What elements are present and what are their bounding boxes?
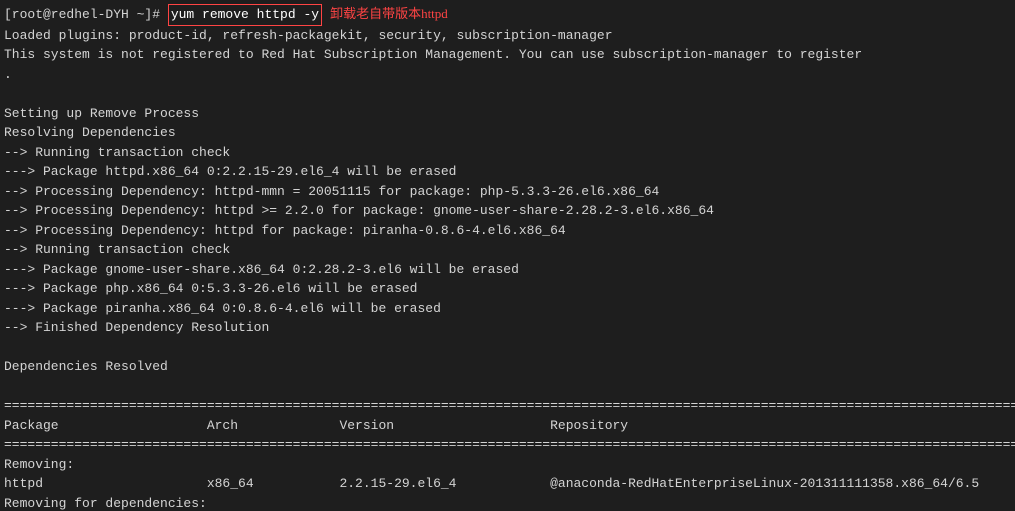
output-line-18: Dependencies Resolved (4, 357, 1011, 377)
output-line-3: . (4, 65, 1011, 85)
output-line-12: --> Running transaction check (4, 240, 1011, 260)
separator-top: ========================================… (4, 396, 1011, 416)
output-line-7: --> Running transaction check (4, 143, 1011, 163)
terminal-window: [root@redhel-DYH ~]# yum remove httpd -y… (0, 0, 1015, 511)
command-line: [root@redhel-DYH ~]# yum remove httpd -y… (4, 4, 1011, 26)
output-line-6: Resolving Dependencies (4, 123, 1011, 143)
removing-deps-label: Removing for dependencies: (4, 494, 1011, 511)
output-line-16: --> Finished Dependency Resolution (4, 318, 1011, 338)
output-line-8: ---> Package httpd.x86_64 0:2.2.15-29.el… (4, 162, 1011, 182)
removing-label: Removing: (4, 455, 1011, 475)
prompt: [root@redhel-DYH ~]# (4, 5, 168, 25)
output-line-9: --> Processing Dependency: httpd-mmn = 2… (4, 182, 1011, 202)
output-line-2: This system is not registered to Red Hat… (4, 45, 1011, 65)
output-line-17 (4, 338, 1011, 358)
output-line-5: Setting up Remove Process (4, 104, 1011, 124)
httpd-row: httpd x86_64 2.2.15-29.el6_4 @anaconda-R… (4, 474, 1011, 494)
table-header: Package Arch Version Repository Size (4, 416, 1011, 436)
command-box: yum remove httpd -y (168, 4, 322, 26)
output-line-10: --> Processing Dependency: httpd >= 2.2.… (4, 201, 1011, 221)
output-line-13: ---> Package gnome-user-share.x86_64 0:2… (4, 260, 1011, 280)
output-line-14: ---> Package php.x86_64 0:5.3.3-26.el6 w… (4, 279, 1011, 299)
output-line-4 (4, 84, 1011, 104)
output-line-19 (4, 377, 1011, 397)
annotation: 卸载老自带版本httpd (330, 4, 448, 24)
output-line-15: ---> Package piranha.x86_64 0:0.8.6-4.el… (4, 299, 1011, 319)
separator-bottom: ========================================… (4, 435, 1011, 455)
output-line-1: Loaded plugins: product-id, refresh-pack… (4, 26, 1011, 46)
output-line-11: --> Processing Dependency: httpd for pac… (4, 221, 1011, 241)
